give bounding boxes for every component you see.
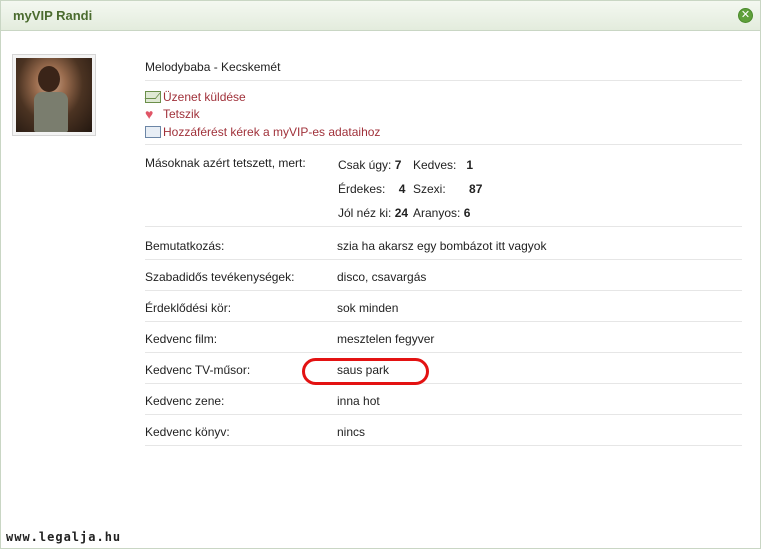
trait-item: Szexi: 87 bbox=[413, 182, 483, 196]
field-value-hobbies: disco, csavargás bbox=[337, 270, 427, 284]
divider bbox=[145, 414, 742, 415]
watermark: www.legalja.hu bbox=[6, 530, 122, 544]
field-value-book: nincs bbox=[337, 425, 366, 439]
trait-item: Csak úgy: 7 bbox=[338, 158, 402, 172]
red-circle-annotation bbox=[302, 358, 429, 385]
likes-label: Másoknak azért tetszett, mert: bbox=[145, 156, 306, 170]
divider bbox=[145, 383, 742, 384]
title-bar: myVIP Randi ✕ bbox=[1, 1, 760, 31]
divider bbox=[145, 290, 742, 291]
field-label-film: Kedvenc film: bbox=[145, 332, 218, 346]
field-value-film: mesztelen fegyver bbox=[337, 332, 435, 346]
trait-item: Kedves: 1 bbox=[413, 158, 474, 172]
field-label-tv: Kedvenc TV-műsor: bbox=[145, 363, 251, 377]
field-label-intro: Bemutatkozás: bbox=[145, 239, 225, 253]
divider bbox=[145, 144, 742, 145]
profile-photo-image bbox=[16, 58, 92, 132]
window-title: myVIP Randi bbox=[13, 8, 93, 23]
divider bbox=[145, 259, 742, 260]
field-label-music: Kedvenc zene: bbox=[145, 394, 225, 408]
divider bbox=[145, 352, 742, 353]
like-link[interactable]: ♥ Tetszik bbox=[145, 106, 200, 122]
profile-photo[interactable] bbox=[12, 54, 96, 136]
trait-item: Érdekes: 4 bbox=[338, 182, 406, 196]
id-card-icon bbox=[145, 126, 161, 138]
field-value-interests: sok minden bbox=[337, 301, 399, 315]
like-label: Tetszik bbox=[163, 107, 200, 121]
profile-window: myVIP Randi ✕ Melodybaba - Kecskemét Üze… bbox=[0, 0, 761, 549]
field-label-interests: Érdeklődési kör: bbox=[145, 301, 232, 315]
field-value-intro: szia ha akarsz egy bombázot itt vagyok bbox=[337, 239, 547, 253]
mail-icon bbox=[145, 91, 161, 103]
profile-name: Melodybaba - Kecskemét bbox=[145, 60, 281, 74]
send-message-link[interactable]: Üzenet küldése bbox=[145, 89, 246, 105]
close-icon[interactable]: ✕ bbox=[738, 8, 753, 23]
field-label-hobbies: Szabadidős tevékenységek: bbox=[145, 270, 295, 284]
trait-item: Jól néz ki: 24 bbox=[338, 206, 409, 220]
trait-item: Aranyos: 6 bbox=[413, 206, 471, 220]
send-message-label: Üzenet küldése bbox=[163, 90, 246, 104]
divider bbox=[145, 80, 742, 81]
divider bbox=[145, 321, 742, 322]
request-access-label: Hozzáférést kérek a myVIP-es adataihoz bbox=[163, 125, 381, 139]
divider bbox=[145, 226, 742, 227]
divider bbox=[145, 445, 742, 446]
heart-icon: ♥ bbox=[145, 106, 154, 122]
field-value-music: inna hot bbox=[337, 394, 380, 408]
request-access-link[interactable]: Hozzáférést kérek a myVIP-es adataihoz bbox=[145, 124, 380, 140]
field-label-book: Kedvenc könyv: bbox=[145, 425, 230, 439]
